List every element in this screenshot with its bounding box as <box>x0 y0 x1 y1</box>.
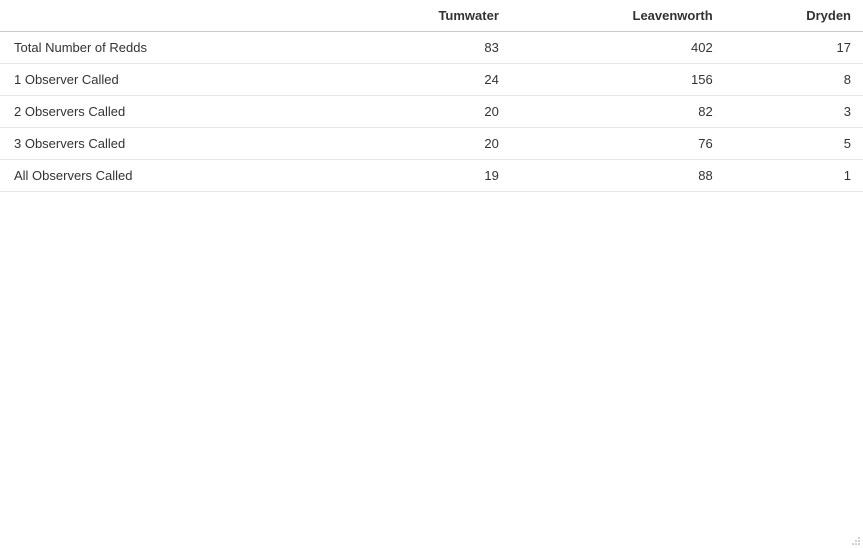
cell-value: 83 <box>339 32 511 64</box>
cell-value: 88 <box>511 160 725 192</box>
table-row: 3 Observers Called 20 76 5 <box>0 128 863 160</box>
row-label: 2 Observers Called <box>0 96 339 128</box>
col-header-leavenworth: Leavenworth <box>511 0 725 32</box>
table-row: 1 Observer Called 24 156 8 <box>0 64 863 96</box>
col-header-empty <box>0 0 339 32</box>
cell-value: 82 <box>511 96 725 128</box>
cell-value: 402 <box>511 32 725 64</box>
table-row: Total Number of Redds 83 402 17 <box>0 32 863 64</box>
cell-value: 156 <box>511 64 725 96</box>
row-label: 3 Observers Called <box>0 128 339 160</box>
cell-value: 3 <box>725 96 863 128</box>
table-row: All Observers Called 19 88 1 <box>0 160 863 192</box>
col-header-tumwater: Tumwater <box>339 0 511 32</box>
table-row: 2 Observers Called 20 82 3 <box>0 96 863 128</box>
cell-value: 24 <box>339 64 511 96</box>
row-label: 1 Observer Called <box>0 64 339 96</box>
cell-value: 17 <box>725 32 863 64</box>
cell-value: 5 <box>725 128 863 160</box>
cell-value: 1 <box>725 160 863 192</box>
cell-value: 76 <box>511 128 725 160</box>
cell-value: 20 <box>339 96 511 128</box>
table-header-row: Tumwater Leavenworth Dryden <box>0 0 863 32</box>
cell-value: 8 <box>725 64 863 96</box>
col-header-dryden: Dryden <box>725 0 863 32</box>
cell-value: 19 <box>339 160 511 192</box>
cell-value: 20 <box>339 128 511 160</box>
data-table: Tumwater Leavenworth Dryden Total Number… <box>0 0 863 192</box>
row-label: All Observers Called <box>0 160 339 192</box>
resize-handle-icon[interactable] <box>851 536 861 546</box>
row-label: Total Number of Redds <box>0 32 339 64</box>
